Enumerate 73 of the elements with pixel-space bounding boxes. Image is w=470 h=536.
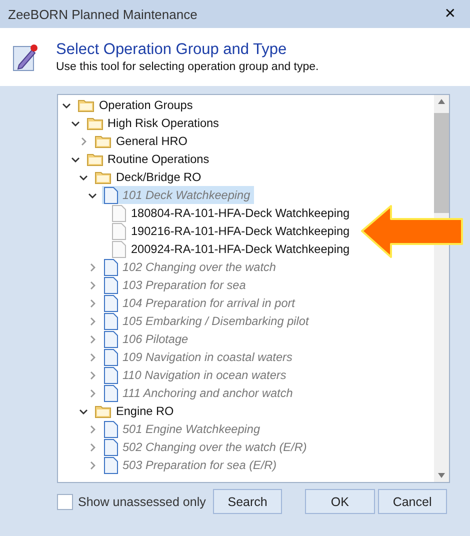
folder-icon bbox=[95, 170, 111, 184]
tree-item[interactable]: General HRO bbox=[93, 132, 192, 150]
document-icon bbox=[104, 456, 118, 474]
tree-item[interactable]: Operation Groups bbox=[76, 96, 197, 114]
tree-item[interactable]: 503 Preparation for sea (E/R) bbox=[102, 456, 281, 474]
folder-icon bbox=[86, 152, 102, 166]
chevron-right-icon[interactable] bbox=[88, 298, 96, 308]
tree-item[interactable]: 106 Pilotage bbox=[102, 330, 192, 348]
chevron-down-icon[interactable] bbox=[70, 154, 80, 164]
checkbox-label[interactable]: Show unassessed only bbox=[78, 494, 206, 508]
tree-item[interactable]: 103 Preparation for sea bbox=[102, 276, 250, 294]
document-icon bbox=[104, 276, 118, 294]
document-icon bbox=[104, 258, 118, 276]
tree-item[interactable]: 501 Engine Watchkeeping bbox=[102, 420, 264, 438]
tree-item[interactable]: 502 Changing over the watch (E/R) bbox=[102, 438, 311, 456]
tree-item[interactable]: 180804-RA-101-HFA-Deck Watchkeeping bbox=[110, 204, 354, 222]
scroll-down-icon[interactable] bbox=[438, 473, 445, 478]
chevron-right-icon[interactable] bbox=[79, 136, 88, 146]
tree-item[interactable]: 111 Anchoring and anchor watch bbox=[102, 384, 297, 402]
chevron-right-icon[interactable] bbox=[88, 424, 96, 434]
document-icon bbox=[104, 294, 118, 312]
chevron-down-icon[interactable] bbox=[88, 190, 96, 200]
scrollbar[interactable] bbox=[434, 95, 449, 482]
window-title: ZeeBORN Planned Maintenance bbox=[8, 6, 198, 22]
tree-item[interactable]: 200924-RA-101-HFA-Deck Watchkeeping bbox=[110, 240, 354, 258]
dialog-button[interactable]: Search bbox=[212, 489, 282, 514]
checkbox[interactable] bbox=[57, 494, 73, 510]
document-icon bbox=[104, 186, 118, 204]
chevron-right-icon[interactable] bbox=[88, 280, 96, 290]
tree-item[interactable]: 109 Navigation in coastal waters bbox=[102, 348, 296, 366]
chevron-down-icon[interactable] bbox=[70, 118, 80, 128]
document-icon bbox=[112, 240, 126, 258]
chevron-right-icon[interactable] bbox=[88, 370, 96, 380]
chevron-right-icon[interactable] bbox=[88, 460, 96, 470]
dialog-button[interactable]: Cancel bbox=[378, 489, 447, 514]
chevron-right-icon[interactable] bbox=[88, 316, 96, 326]
dialog-heading: Select Operation Group and Type bbox=[56, 41, 288, 59]
document-icon bbox=[104, 312, 118, 330]
chevron-down-icon[interactable] bbox=[79, 406, 88, 416]
document-icon bbox=[104, 438, 118, 456]
tree-item[interactable]: 102 Changing over the watch bbox=[102, 258, 280, 276]
tree-item[interactable]: Engine RO bbox=[93, 402, 178, 420]
folder-icon bbox=[86, 116, 102, 130]
chevron-right-icon[interactable] bbox=[88, 352, 96, 362]
chevron-down-icon[interactable] bbox=[62, 100, 71, 110]
close-button[interactable]: ✕ bbox=[438, 4, 462, 24]
tree-item[interactable]: 110 Navigation in ocean waters bbox=[102, 366, 290, 384]
chevron-right-icon[interactable] bbox=[88, 442, 96, 452]
document-icon bbox=[104, 330, 118, 348]
scroll-up-icon[interactable] bbox=[438, 99, 445, 104]
pencil-icon bbox=[13, 42, 39, 72]
tree-item[interactable]: Routine Operations bbox=[84, 150, 214, 168]
dialog-description: Use this tool for selecting operation group and type. bbox=[56, 61, 319, 73]
tree-item[interactable]: High Risk Operations bbox=[84, 114, 223, 132]
scrollbar-thumb[interactable] bbox=[434, 113, 449, 213]
chevron-down-icon[interactable] bbox=[79, 172, 88, 182]
chevron-right-icon[interactable] bbox=[88, 334, 96, 344]
document-icon bbox=[104, 420, 118, 438]
tree-item[interactable]: 105 Embarking / Disembarking pilot bbox=[102, 312, 313, 330]
folder-icon bbox=[95, 404, 111, 418]
folder-icon bbox=[78, 98, 94, 112]
document-icon bbox=[112, 204, 126, 222]
chevron-right-icon[interactable] bbox=[88, 388, 96, 398]
tree-item[interactable]: 104 Preparation for arrival in port bbox=[102, 294, 299, 312]
tree-item[interactable]: Deck/Bridge RO bbox=[93, 168, 206, 186]
document-icon bbox=[104, 348, 118, 366]
document-icon bbox=[104, 384, 118, 402]
chevron-right-icon[interactable] bbox=[88, 262, 96, 272]
document-icon bbox=[112, 222, 126, 240]
tree-item[interactable]: 190216-RA-101-HFA-Deck Watchkeeping bbox=[110, 222, 354, 240]
document-icon bbox=[104, 366, 118, 384]
dialog-button[interactable]: OK bbox=[305, 489, 375, 514]
folder-icon bbox=[95, 134, 111, 148]
